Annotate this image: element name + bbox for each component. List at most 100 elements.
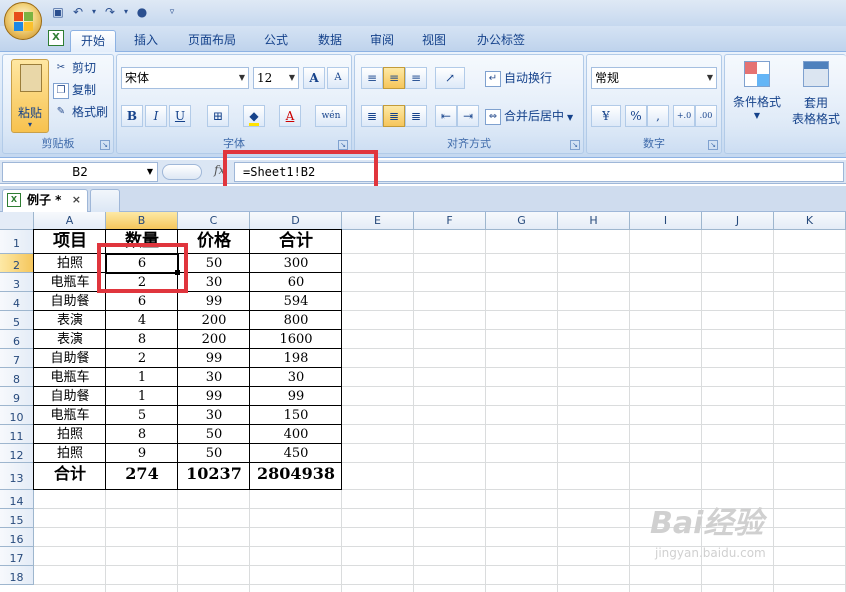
- undo-icon[interactable]: ↶: [70, 4, 86, 20]
- table-cell[interactable]: 99: [250, 387, 342, 406]
- tab-review[interactable]: 审阅: [362, 30, 402, 52]
- table-cell[interactable]: 4: [106, 311, 178, 330]
- format-painter-button[interactable]: ✎ 格式刷: [53, 101, 108, 123]
- table-cell[interactable]: 拍照: [34, 254, 106, 273]
- font-launcher-icon[interactable]: ↘: [338, 140, 348, 150]
- table-cell[interactable]: 拍照: [34, 444, 106, 463]
- table-cell[interactable]: 30: [250, 368, 342, 387]
- table-cell[interactable]: 50: [178, 444, 250, 463]
- total-cell[interactable]: 10237: [178, 463, 250, 490]
- number-launcher-icon[interactable]: ↘: [708, 140, 718, 150]
- alignment-launcher-icon[interactable]: ↘: [570, 140, 580, 150]
- align-right-button[interactable]: ≣: [405, 105, 427, 127]
- formula-bar-expander[interactable]: [162, 164, 202, 180]
- clipboard-launcher-icon[interactable]: ↘: [100, 140, 110, 150]
- table-cell[interactable]: 9: [106, 444, 178, 463]
- comma-button[interactable]: ,: [647, 105, 669, 127]
- save-icon[interactable]: ▣: [50, 4, 66, 20]
- increase-decimal-button[interactable]: +.0: [673, 105, 695, 127]
- close-icon[interactable]: ×: [72, 190, 81, 210]
- paste-button[interactable]: 粘贴 ▾: [11, 59, 49, 133]
- tab-home[interactable]: 开始: [70, 30, 116, 52]
- row-header-18[interactable]: 18: [0, 566, 34, 585]
- table-cell[interactable]: 拍照: [34, 425, 106, 444]
- row-header-4[interactable]: 4: [0, 292, 34, 311]
- font-size-select[interactable]: 12 ▼: [253, 67, 299, 89]
- table-cell[interactable]: 自助餐: [34, 292, 106, 311]
- align-left-button[interactable]: ≣: [361, 105, 383, 127]
- total-cell[interactable]: 合计: [34, 463, 106, 490]
- cut-button[interactable]: ✂ 剪切: [53, 57, 96, 79]
- align-center-button[interactable]: ≣: [383, 105, 405, 127]
- table-cell[interactable]: 30: [178, 273, 250, 292]
- table-cell[interactable]: 50: [178, 254, 250, 273]
- underline-button[interactable]: U: [169, 105, 191, 127]
- column-header-J[interactable]: J: [702, 212, 774, 230]
- column-header-K[interactable]: K: [774, 212, 846, 230]
- merge-center-button[interactable]: ⇔ 合并后居中 ▼: [485, 105, 573, 127]
- table-cell[interactable]: 电瓶车: [34, 406, 106, 425]
- table-cell[interactable]: 1600: [250, 330, 342, 349]
- row-header-7[interactable]: 7: [0, 349, 34, 368]
- grow-font-button[interactable]: A: [303, 67, 325, 89]
- row-header-3[interactable]: 3: [0, 273, 34, 292]
- office-button[interactable]: [4, 2, 42, 40]
- table-cell[interactable]: 电瓶车: [34, 368, 106, 387]
- table-cell[interactable]: 表演: [34, 311, 106, 330]
- orientation-button[interactable]: ↗: [435, 67, 465, 89]
- table-cell[interactable]: 400: [250, 425, 342, 444]
- column-header-B[interactable]: B: [106, 212, 178, 230]
- table-cell[interactable]: 自助餐: [34, 349, 106, 368]
- total-cell[interactable]: 2804938: [250, 463, 342, 490]
- table-cell[interactable]: 800: [250, 311, 342, 330]
- table-cell[interactable]: 60: [250, 273, 342, 292]
- column-header-C[interactable]: C: [178, 212, 250, 230]
- select-all-corner[interactable]: [0, 212, 34, 230]
- table-cell[interactable]: 200: [178, 311, 250, 330]
- table-cell[interactable]: 电瓶车: [34, 273, 106, 292]
- table-cell[interactable]: 50: [178, 425, 250, 444]
- column-header-A[interactable]: A: [34, 212, 106, 230]
- table-cell[interactable]: 150: [250, 406, 342, 425]
- tab-page-layout[interactable]: 页面布局: [180, 30, 244, 52]
- font-name-select[interactable]: 宋体 ▼: [121, 67, 249, 89]
- italic-button[interactable]: I: [145, 105, 167, 127]
- row-header-10[interactable]: 10: [0, 406, 34, 425]
- row-header-11[interactable]: 11: [0, 425, 34, 444]
- row-header-2[interactable]: 2: [0, 254, 34, 273]
- table-cell[interactable]: 198: [250, 349, 342, 368]
- currency-button[interactable]: ¥: [591, 105, 621, 127]
- row-header-5[interactable]: 5: [0, 311, 34, 330]
- tab-office-tab[interactable]: 办公标签: [468, 30, 534, 52]
- shrink-font-button[interactable]: A: [327, 67, 349, 89]
- redo-dropdown-icon[interactable]: ▾: [122, 4, 130, 20]
- tab-insert[interactable]: 插入: [124, 30, 168, 52]
- borders-button[interactable]: ⊞: [207, 105, 229, 127]
- column-header-F[interactable]: F: [414, 212, 486, 230]
- row-header-1[interactable]: 1: [0, 230, 34, 254]
- table-cell[interactable]: 99: [178, 349, 250, 368]
- decrease-indent-button[interactable]: ⇤: [435, 105, 457, 127]
- row-header-12[interactable]: 12: [0, 444, 34, 463]
- column-header-D[interactable]: D: [250, 212, 342, 230]
- row-header-6[interactable]: 6: [0, 330, 34, 349]
- column-header-H[interactable]: H: [558, 212, 630, 230]
- customize-qat-icon[interactable]: ▿: [164, 4, 180, 20]
- percent-button[interactable]: %: [625, 105, 647, 127]
- total-cell[interactable]: 274: [106, 463, 178, 490]
- table-cell[interactable]: 450: [250, 444, 342, 463]
- table-cell[interactable]: 30: [178, 406, 250, 425]
- undo-dropdown-icon[interactable]: ▾: [90, 4, 98, 20]
- tab-data[interactable]: 数据: [310, 30, 350, 52]
- wrap-text-button[interactable]: ↵ 自动换行: [485, 67, 552, 89]
- table-cell[interactable]: 300: [250, 254, 342, 273]
- redo-icon[interactable]: ↷: [102, 4, 118, 20]
- document-tab-example[interactable]: X 例子 * ×: [2, 189, 88, 212]
- table-cell[interactable]: 表演: [34, 330, 106, 349]
- header-cell[interactable]: 价格: [178, 230, 250, 254]
- number-format-select[interactable]: 常规 ▼: [591, 67, 717, 89]
- row-header-13[interactable]: 13: [0, 463, 34, 490]
- column-header-I[interactable]: I: [630, 212, 702, 230]
- decrease-decimal-button[interactable]: .00: [695, 105, 717, 127]
- table-cell[interactable]: 1: [106, 387, 178, 406]
